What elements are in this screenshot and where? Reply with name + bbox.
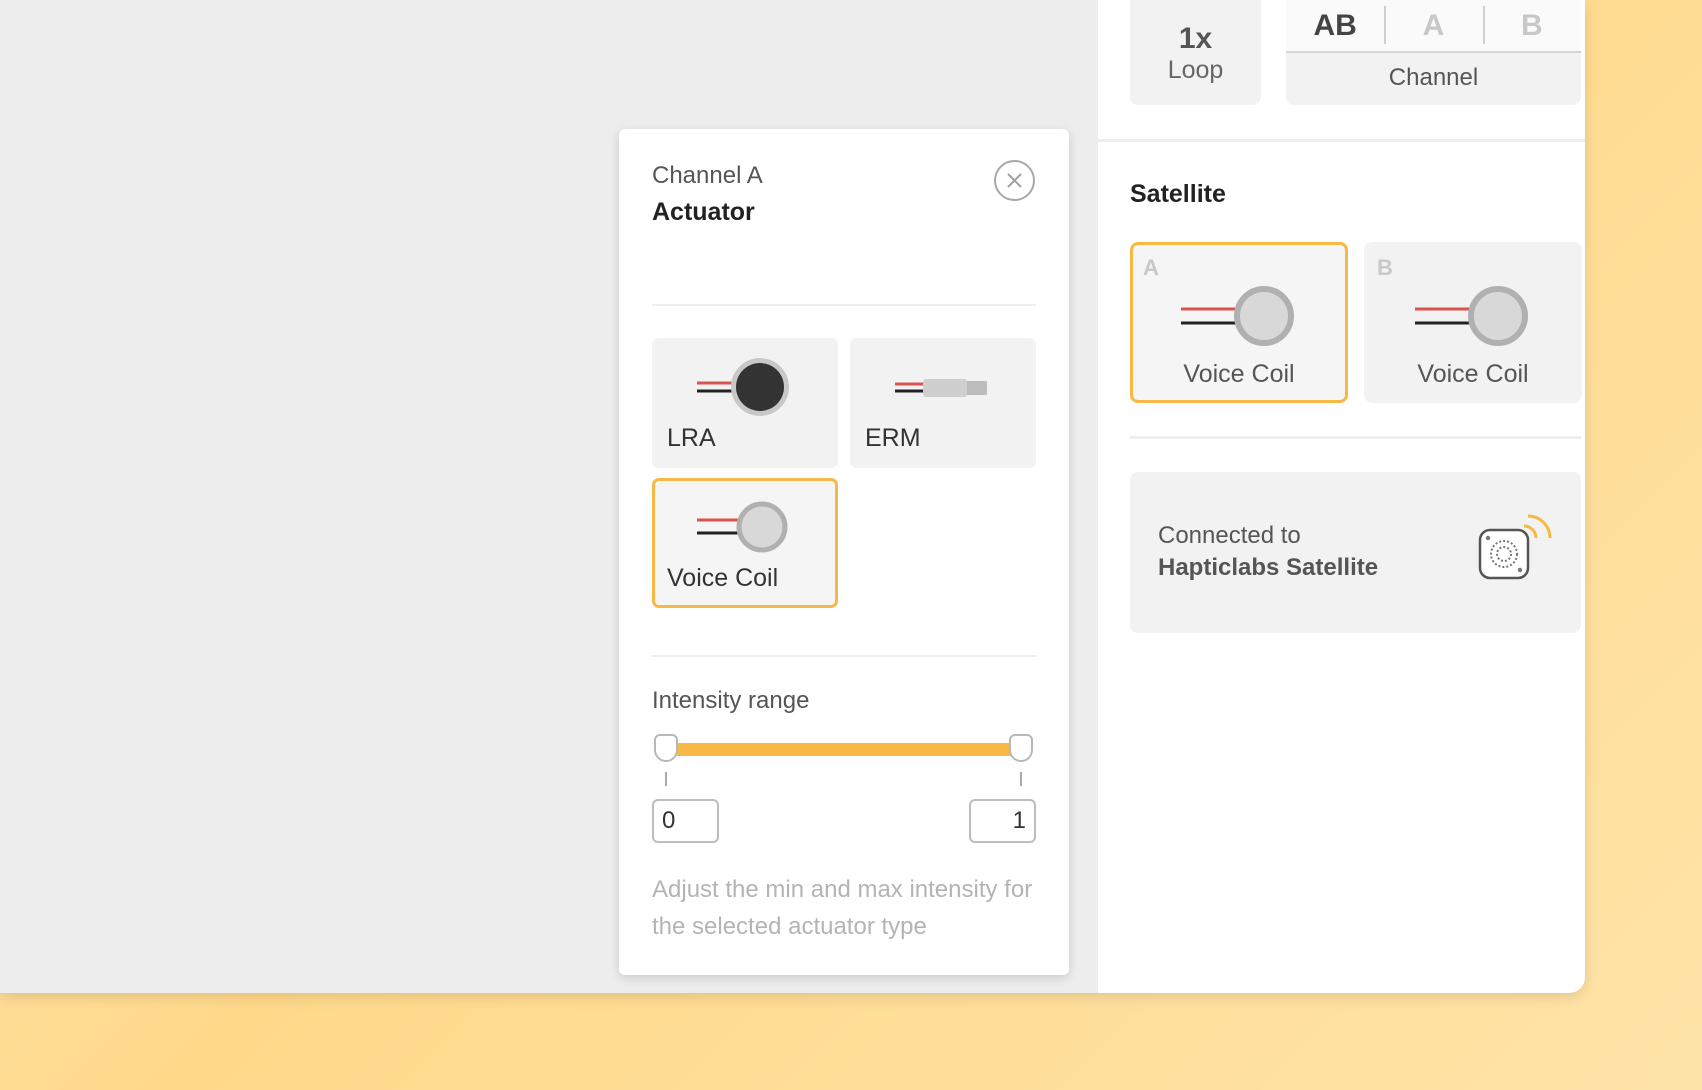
close-button[interactable] [994,160,1035,201]
voice-coil-icon [697,495,797,566]
slider-tick [1020,772,1022,786]
actuator-option-lra[interactable]: LRA [652,338,838,468]
connection-status-label: Connected to [1158,522,1301,549]
satellite-title: Satellite [1130,180,1226,208]
channel-label: Channel [1388,64,1479,91]
slot-letter: B [1377,255,1393,280]
right-panel: 1x Loop AB A B Channel Satellite A Voice [1098,0,1585,993]
voice-coil-icon [1181,281,1301,354]
lra-icon [697,355,797,426]
erm-icon [895,355,995,426]
channel-tab-b[interactable]: B [1482,0,1581,51]
intensity-range-track[interactable] [664,743,1017,756]
channel-selector: AB A B Channel [1286,0,1581,105]
intensity-range-label: Intensity range [652,687,810,714]
popover-title: Actuator [652,198,755,226]
section-divider [1098,139,1585,142]
loop-button[interactable]: 1x Loop [1130,0,1261,105]
connected-device-name: Hapticlabs Satellite [1158,554,1379,581]
slot-label: Voice Coil [1417,360,1529,388]
actuator-option-erm[interactable]: ERM [850,338,1036,468]
loop-label: Loop [1167,56,1224,84]
popover-divider [652,655,1036,657]
actuator-option-voice-coil[interactable]: Voice Coil [652,478,838,608]
section-divider [1130,436,1581,439]
actuator-popover: Channel A Actuator LRA ERM Voice Coil In… [619,129,1069,975]
channel-tab-ab[interactable]: AB [1286,0,1384,51]
voice-coil-icon [1415,281,1535,354]
popover-divider [652,304,1036,306]
satellite-slot-b[interactable]: B Voice Coil [1364,242,1582,403]
slider-tick [665,772,667,786]
connection-status-card[interactable]: Connected to Hapticlabs Satellite [1130,472,1581,633]
slot-letter: A [1143,255,1159,280]
actuator-label: ERM [865,424,921,452]
channel-tabs: AB A B [1286,0,1581,53]
loop-count: 1x [1178,22,1213,55]
intensity-help-text: Adjust the min and max intensity for the… [652,876,1033,940]
intensity-min-handle[interactable] [654,734,678,762]
intensity-min-input[interactable] [652,799,719,843]
actuator-label: Voice Coil [667,564,779,592]
close-icon [1007,173,1022,188]
app-window: 1x Loop AB A B Channel Satellite A Voice [0,0,1585,993]
actuator-label: LRA [667,424,716,452]
channel-tab-a[interactable]: A [1384,0,1482,51]
satellite-device-signal-icon [1478,508,1558,593]
slot-label: Voice Coil [1183,360,1295,388]
intensity-max-input[interactable] [969,799,1036,843]
intensity-max-handle[interactable] [1009,734,1033,762]
satellite-slot-a[interactable]: A Voice Coil [1130,242,1348,403]
popover-channel: Channel A [652,162,763,189]
